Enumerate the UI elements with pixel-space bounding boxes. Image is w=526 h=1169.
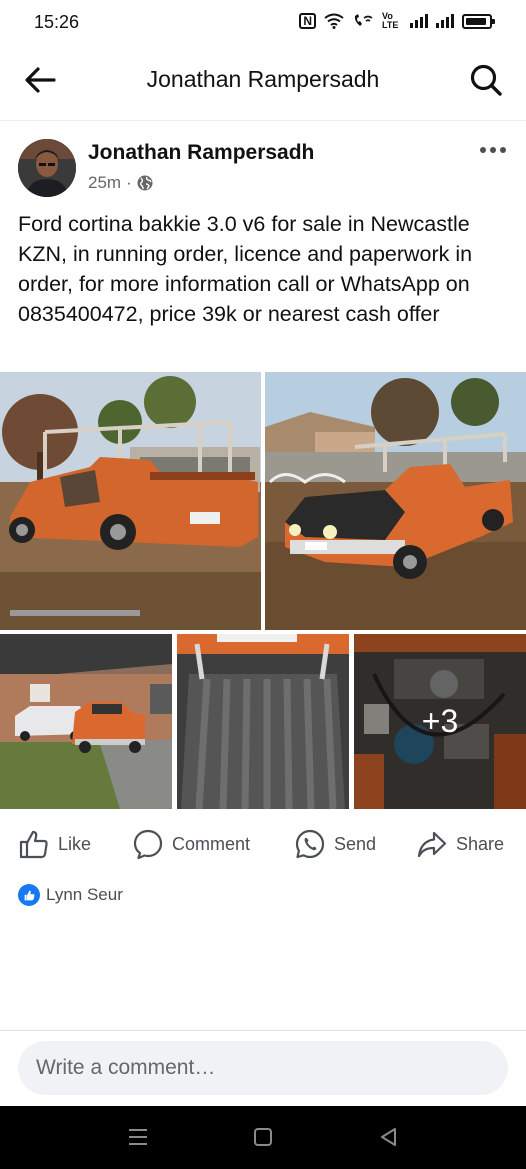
reaction-names: Lynn Seur [46, 885, 123, 904]
share-button[interactable]: Share [416, 822, 504, 866]
more-options-icon[interactable] [478, 140, 508, 160]
post-photo-5[interactable]: +3 [354, 634, 526, 809]
send-button[interactable]: Send [294, 822, 376, 866]
comment-input[interactable] [18, 1041, 508, 1095]
back-icon[interactable] [376, 1124, 402, 1150]
post-photo-4[interactable] [177, 634, 349, 809]
like-icon [19, 830, 48, 859]
page-title: Jonathan Rampersadh [146, 66, 380, 92]
author-avatar[interactable] [18, 139, 76, 197]
more-photos-overlay[interactable]: +3 [354, 634, 526, 809]
signal-icon [410, 14, 428, 28]
comment-icon [133, 829, 163, 860]
menu-icon[interactable] [125, 1124, 151, 1150]
post-photo-1[interactable] [0, 372, 261, 630]
status-icons: N Vo LTE [299, 11, 495, 30]
post-actions: Like Comment Send Share [0, 822, 526, 866]
share-icon [417, 831, 447, 858]
globe-icon [137, 175, 153, 191]
share-label: Share [456, 833, 505, 854]
battery-icon [462, 13, 495, 29]
meta-separator: · [126, 173, 132, 192]
search-icon[interactable] [468, 62, 504, 98]
send-label: Send [334, 833, 377, 854]
post-photo-2[interactable] [265, 372, 526, 630]
signal-icon [436, 14, 454, 28]
whatsapp-send-icon [295, 829, 325, 859]
post-text: Ford cortina bakkie 3.0 v6 for sale in N… [18, 212, 473, 326]
reactions-summary[interactable]: Lynn Seur [18, 884, 123, 906]
status-time: 15:26 [34, 12, 80, 32]
comment-divider [0, 1030, 526, 1031]
top-app-bar: Jonathan Rampersadh [0, 46, 526, 114]
post-photo-3[interactable] [0, 634, 172, 809]
like-label: Like [58, 833, 92, 854]
system-navigation-bar [0, 1106, 526, 1169]
home-icon[interactable] [250, 1124, 276, 1150]
like-button[interactable]: Like [18, 822, 91, 866]
wifi-icon [324, 13, 344, 29]
nfc-icon: N [299, 13, 316, 29]
comment-button[interactable]: Comment [132, 822, 250, 866]
header-divider [0, 120, 526, 121]
author-name[interactable]: Jonathan Rampersadh [88, 141, 314, 165]
post-time[interactable]: 25m [88, 173, 121, 193]
volte-icon: Vo LTE [382, 11, 399, 30]
comment-label: Comment [172, 833, 251, 854]
status-bar: 15:26 N Vo LTE [0, 0, 526, 46]
wifi-calling-icon [354, 14, 373, 26]
post-meta: 25m · [88, 173, 153, 193]
like-reaction-icon [18, 884, 40, 906]
